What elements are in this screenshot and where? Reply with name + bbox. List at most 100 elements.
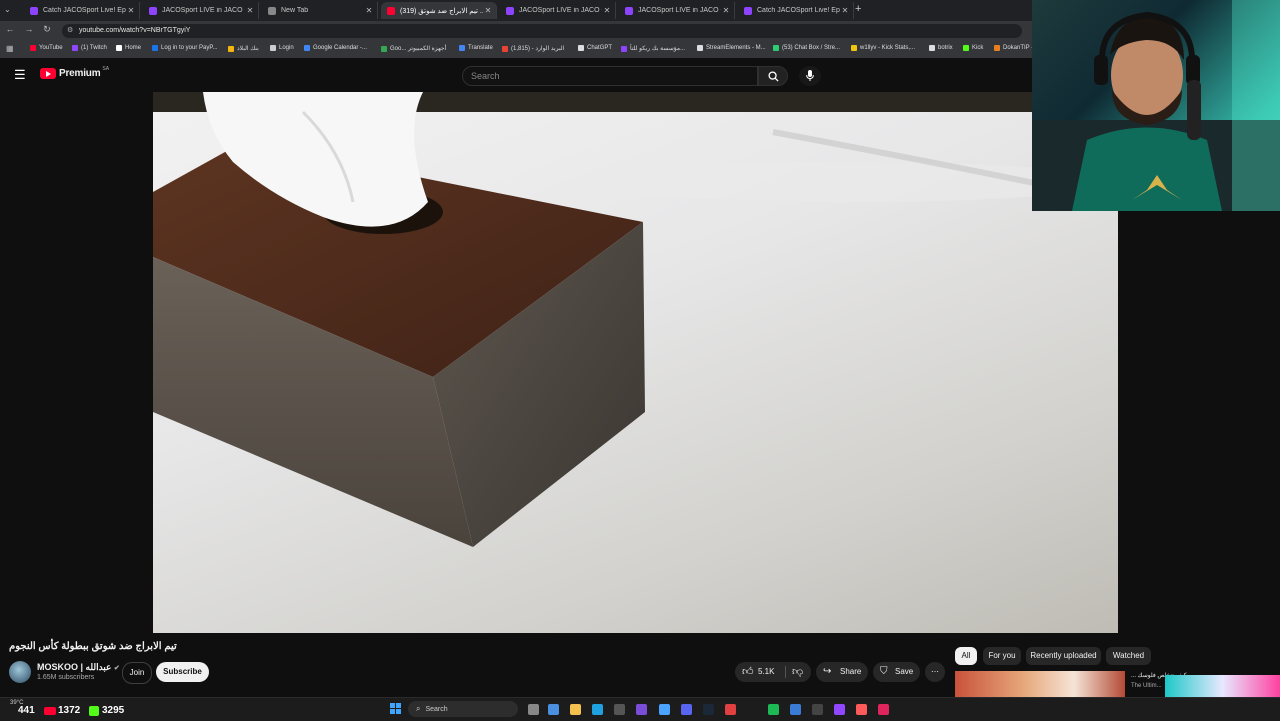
bookmark-item[interactable]: Home [116,45,141,51]
bookmark-item[interactable]: بنك البلاد [228,45,259,52]
tab-favicon [744,6,752,15]
bookmark-item[interactable]: YouTube [30,45,63,51]
video-player[interactable] [153,92,1118,633]
forward-icon[interactable]: → [23,24,35,34]
search-icon [767,71,779,82]
save-button[interactable]: ⛉ Save [873,662,920,682]
join-button[interactable]: Join [122,662,152,684]
bookmark-item[interactable]: Translate [459,45,493,51]
app-icon-2[interactable] [790,704,801,715]
share-label: Share [840,667,862,676]
verified-icon: ✔ [113,665,120,672]
bookmark-label: Translate [468,45,493,51]
task-view-icon[interactable] [528,704,539,715]
bookmark-item[interactable]: w1llyv - Kick Stats,... [851,45,915,51]
bookmark-item[interactable]: البريد الوارد - (1,815) [502,45,564,52]
subscribe-button[interactable]: Subscribe [156,662,209,682]
apps-grid-icon[interactable]: ▦ [6,44,14,53]
bookmark-label: Login [279,45,294,51]
close-tab-icon[interactable]: ✕ [483,6,493,15]
browser-tab[interactable]: New Tab ✕ [262,2,378,19]
channel-name[interactable]: MOSKOO | عبدالله ✔ [37,662,120,673]
new-tab-icon[interactable]: + [855,3,861,15]
bookmark-favicon [459,45,465,51]
bookmark-favicon [304,45,310,51]
chip-for-you[interactable]: For you [983,647,1021,665]
share-icon: ↪ [823,666,832,677]
more-actions-icon[interactable]: ⋯ [925,662,945,682]
youtube-play-icon [40,68,56,79]
share-button[interactable]: ↪ Share [816,662,868,682]
search-input[interactable]: Search [462,66,758,86]
steam-icon[interactable] [703,704,714,715]
bookmark-item[interactable]: Kick [963,45,983,51]
app-icon-3[interactable] [812,704,823,715]
menu-icon[interactable]: ☰ [14,67,26,83]
spotify-icon[interactable] [768,704,779,715]
bookmark-item[interactable]: Google Calendar -... [304,45,367,51]
bookmark-item[interactable]: StreamElements - M... [697,45,766,51]
copilot-icon[interactable] [548,704,559,715]
browser-tab[interactable]: Catch JACOSport Live! Epic Spe✕ [738,2,854,19]
twitch-icon[interactable] [834,704,845,715]
browser-tab[interactable]: Catch JACOSport Live! Epic Spe✕ [24,2,140,19]
bookmark-item[interactable]: (53) Chat Box / Stre... [773,45,840,51]
browser-tab[interactable]: (319) تيم الابراج ضد شوتق ...✕ [381,2,497,19]
video-frame-tissue-box [153,92,1118,547]
tab-title: JACOSport LIVE in JACO - JACO [162,7,245,14]
search-button[interactable] [758,66,788,86]
store-icon[interactable] [614,704,625,715]
channel-avatar[interactable] [9,661,31,683]
back-icon[interactable]: ← [4,24,16,34]
reload-icon[interactable]: ↻ [41,24,53,35]
app-icon-4[interactable] [856,704,867,715]
bookmark-item[interactable]: botrix [929,45,953,51]
tab-search-icon[interactable]: ⌄ [4,5,11,14]
tiktok-icon[interactable] [878,704,889,715]
taskbar-search-box[interactable]: ⌕ Search [408,701,518,717]
url-field[interactable]: ⚙ youtube.com/watch?v=NBrTGTgyiY [62,24,1022,38]
chip-all[interactable]: All [955,647,977,665]
bookmark-item[interactable]: Login [270,45,294,51]
browser-tab[interactable]: JACOSport LIVE in JACO - JACO✕ [619,2,735,19]
chip-watched[interactable]: Watched [1106,647,1151,665]
chrome-icon[interactable] [659,704,670,715]
close-tab-icon[interactable]: ✕ [602,6,612,15]
start-windows-icon[interactable] [390,703,402,715]
like-button[interactable]: 👍︎ [742,662,754,682]
voice-search-button[interactable] [799,66,821,86]
file-explorer-icon[interactable] [570,704,581,715]
logo-text: Premium [59,68,101,79]
close-tab-icon[interactable]: ✕ [721,6,731,15]
obs-icon[interactable] [636,704,647,715]
bookmark-label: مؤسسة بك ريكو للتأ... [630,46,686,52]
discord-icon[interactable] [681,704,692,715]
browser-tab[interactable]: JACOSport LIVE in JACO - JACO✕ [143,2,259,19]
close-tab-icon[interactable]: ✕ [245,6,255,15]
youtube-logo[interactable]: Premium SA [40,66,109,79]
microphone-icon [806,70,814,81]
close-tab-icon[interactable]: ✕ [126,6,136,15]
bookmark-item[interactable]: مؤسسة بك ريكو للتأ... [621,45,685,52]
edge-icon[interactable] [592,704,603,715]
bookmark-favicon [929,45,935,51]
bookmark-item[interactable]: Goo... أجهزة الكمبيوتر [381,45,446,52]
bookmark-item[interactable]: ChatGPT [578,45,612,51]
close-tab-icon[interactable]: ✕ [840,6,850,15]
close-tab-icon[interactable]: ✕ [364,6,374,15]
chip-recently-uploaded[interactable]: Recently uploaded [1026,647,1101,665]
bookmark-label: (1) Twitch [81,45,107,51]
taskbar-search-label: Search [425,706,448,713]
bookmark-item[interactable]: Log in to your PayP... [152,45,218,51]
bookmark-favicon [72,45,78,51]
bookmark-item[interactable]: DokanTIP - [994,45,1033,51]
site-info-icon[interactable]: ⚙ [67,24,73,38]
like-divider [785,666,786,678]
tab-favicon [506,6,514,15]
bookmark-item[interactable]: (1) Twitch [72,45,107,51]
kick-viewer-count: 3295 [102,705,125,716]
bookmark-favicon [30,45,36,51]
browser-tab[interactable]: JACOSport LIVE in JACO - JACO✕ [500,2,616,19]
dislike-button[interactable]: 👎︎ [792,662,803,682]
app-icon[interactable] [725,704,736,715]
